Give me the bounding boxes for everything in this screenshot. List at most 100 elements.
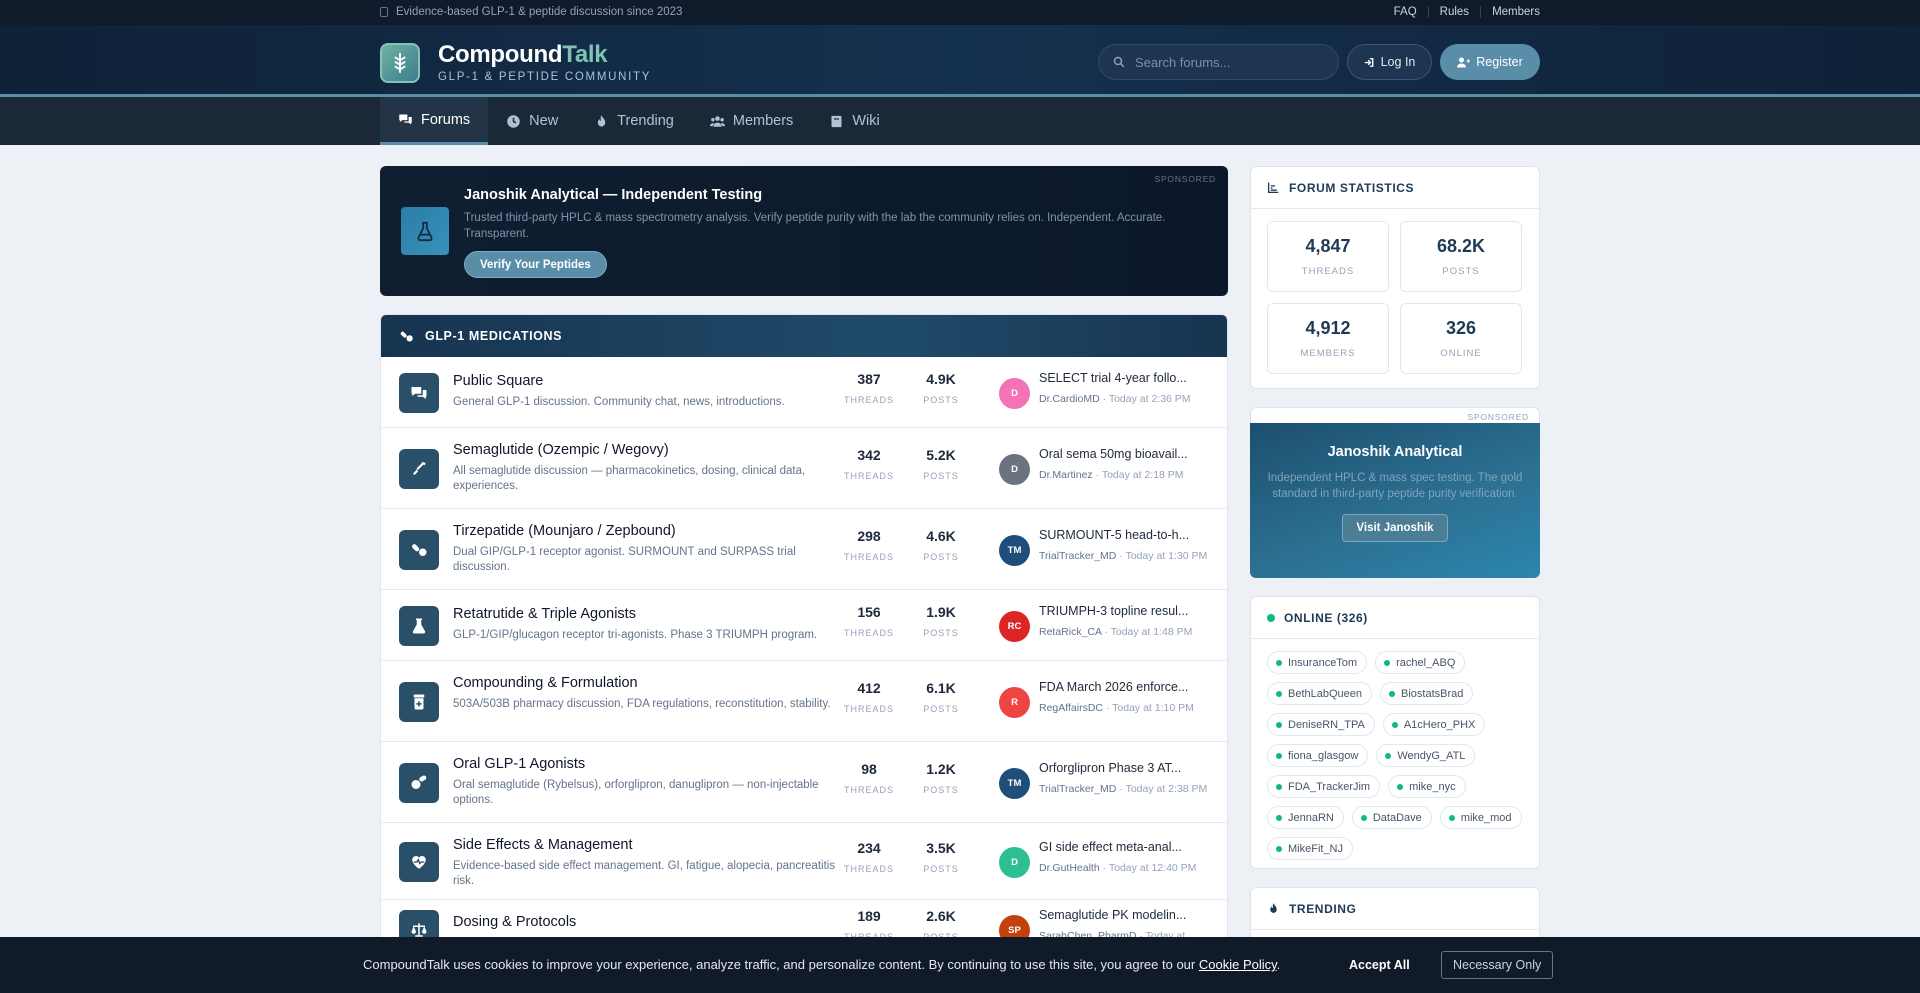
forum-row[interactable]: Side Effects & Management Evidence-based…	[381, 823, 1227, 900]
online-status-icon	[1276, 690, 1282, 697]
necessary-only-button[interactable]: Necessary Only	[1441, 951, 1554, 979]
last-post-user[interactable]: Dr.CardioMD	[1039, 393, 1100, 405]
verify-peptides-button[interactable]: Verify Your Peptides	[464, 251, 607, 278]
online-user-name: DataDave	[1372, 811, 1422, 824]
search-input[interactable]	[1135, 54, 1325, 70]
online-user-chip[interactable]: mike_mod	[1439, 806, 1522, 829]
members-link[interactable]: Members	[1480, 6, 1540, 18]
online-user-name: WendyG_ATL	[1397, 749, 1466, 762]
forum-row[interactable]: Retatrutide & Triple Agonists GLP-1/GIP/…	[381, 590, 1227, 661]
last-post-title[interactable]: Semaglutide PK modelin...	[1039, 908, 1199, 922]
forum-title[interactable]: Side Effects & Management	[453, 837, 632, 853]
online-user-chip[interactable]: InsuranceTom	[1267, 651, 1368, 674]
brand-main: Compound	[438, 41, 563, 68]
forum-title[interactable]: Dosing & Protocols	[453, 914, 576, 930]
forum-threads: 234 THREADS	[839, 840, 899, 874]
avatar[interactable]: RC	[999, 611, 1030, 642]
login-button[interactable]: Log In	[1347, 44, 1432, 80]
online-user-chip[interactable]: BiostatsBrad	[1380, 682, 1474, 705]
avatar[interactable]: D	[999, 454, 1030, 485]
search-icon	[1113, 56, 1125, 68]
forum-title[interactable]: Oral GLP-1 Agonists	[453, 756, 585, 772]
last-post-title[interactable]: TRIUMPH-3 topline resul...	[1039, 604, 1199, 618]
online-status-icon	[1276, 845, 1282, 852]
forum-title[interactable]: Semaglutide (Ozempic / Wegovy)	[453, 442, 669, 458]
online-user-name: FDA_TrackerJim	[1288, 780, 1371, 793]
online-user-chip[interactable]: DataDave	[1351, 806, 1432, 829]
nav-wiki[interactable]: Wiki	[811, 97, 897, 145]
avatar[interactable]: TM	[999, 768, 1030, 799]
last-post-title[interactable]: GI side effect meta-anal...	[1039, 840, 1199, 854]
posts-label: POSTS	[923, 395, 959, 405]
user-plus-icon	[1457, 57, 1471, 67]
category-header[interactable]: GLP-1 MEDICATIONS	[381, 315, 1227, 357]
online-user-name: BethLabQueen	[1288, 687, 1363, 700]
flask-icon	[399, 606, 439, 646]
site-logo[interactable]: CompoundTalk GLP-1 & PEPTIDE COMMUNITY	[380, 42, 651, 83]
sidebar-sponsor: SPONSORED Janoshik Analytical Independen…	[1250, 407, 1540, 578]
last-post-user[interactable]: RegAffairsDC	[1039, 702, 1103, 714]
online-user-chip[interactable]: DeniseRN_TPA	[1267, 713, 1375, 736]
online-user-chip[interactable]: mike_nyc	[1388, 775, 1466, 798]
rules-link[interactable]: Rules	[1427, 6, 1480, 18]
online-user-chip[interactable]: A1cHero_PHX	[1382, 713, 1486, 736]
threads-count: 234	[857, 840, 881, 856]
sponsor-title[interactable]: Janoshik Analytical — Independent Testin…	[464, 187, 762, 203]
forum-row[interactable]: Semaglutide (Ozempic / Wegovy) All semag…	[381, 428, 1227, 509]
avatar[interactable]: D	[999, 378, 1030, 409]
online-user-name: A1cHero_PHX	[1403, 718, 1476, 731]
faq-link[interactable]: FAQ	[1383, 6, 1428, 18]
nav-members[interactable]: Members	[692, 97, 811, 145]
forum-row[interactable]: Public Square General GLP-1 discussion. …	[381, 357, 1227, 428]
forum-threads: 156 THREADS	[839, 604, 899, 638]
forum-title[interactable]: Public Square	[453, 373, 543, 389]
last-post-title[interactable]: Orforglipron Phase 3 AT...	[1039, 761, 1199, 775]
syringe-icon	[399, 449, 439, 489]
avatar[interactable]: TM	[999, 535, 1030, 566]
main-content: SPONSORED Janoshik Analytical — Independ…	[380, 166, 1228, 961]
online-user-chip[interactable]: JennaRN	[1267, 806, 1344, 829]
online-user-chip[interactable]: WendyG_ATL	[1376, 744, 1476, 767]
cookie-text: CompoundTalk uses cookies to improve you…	[363, 957, 1280, 972]
accept-all-button[interactable]: Accept All	[1338, 951, 1421, 979]
forum-title[interactable]: Compounding & Formulation	[453, 675, 638, 691]
online-user-chip[interactable]: FDA_TrackerJim	[1267, 775, 1381, 798]
forum-title[interactable]: Tirzepatide (Mounjaro / Zepbound)	[453, 523, 676, 539]
threads-label: THREADS	[843, 471, 894, 481]
last-post-title[interactable]: FDA March 2026 enforce...	[1039, 680, 1199, 694]
forum-threads: 412 THREADS	[839, 680, 899, 714]
forum-threads: 387 THREADS	[839, 371, 899, 405]
last-post-user[interactable]: TrialTracker_MD	[1039, 783, 1116, 795]
online-user-chip[interactable]: fiona_glasgow	[1267, 744, 1369, 767]
online-user-chip[interactable]: rachel_ABQ	[1375, 651, 1466, 674]
online-user-chip[interactable]: BethLabQueen	[1267, 682, 1373, 705]
posts-label: POSTS	[923, 471, 959, 481]
last-post-user[interactable]: Dr.GutHealth	[1039, 862, 1100, 874]
forum-row[interactable]: Compounding & Formulation 503A/503B phar…	[381, 661, 1227, 742]
last-post-user[interactable]: Dr.Martinez	[1039, 469, 1093, 481]
visit-janoshik-button[interactable]: Visit Janoshik	[1342, 514, 1448, 542]
search-box[interactable]	[1098, 44, 1339, 80]
cookie-policy-link[interactable]: Cookie Policy	[1199, 957, 1277, 972]
forum-row[interactable]: Tirzepatide (Mounjaro / Zepbound) Dual G…	[381, 509, 1227, 590]
sponsor-description: Trusted third-party HPLC & mass spectrom…	[464, 212, 1166, 240]
nav-forums[interactable]: Forums	[380, 97, 489, 145]
nav-new[interactable]: New	[488, 97, 576, 145]
last-post-title[interactable]: Oral sema 50mg bioavail...	[1039, 447, 1199, 461]
online-users-list: InsuranceTom rachel_ABQ BethLabQueen Biosta…	[1251, 639, 1539, 868]
forum-row[interactable]: Oral GLP-1 Agonists Oral semaglutide (Ry…	[381, 742, 1227, 823]
avatar[interactable]: R	[999, 687, 1030, 718]
last-post-user[interactable]: RetaRick_CA	[1039, 626, 1101, 638]
last-post-user[interactable]: TrialTracker_MD	[1039, 550, 1116, 562]
sidebar-sponsor-title[interactable]: Janoshik Analytical	[1250, 444, 1540, 460]
stat-value: 4,912	[1305, 318, 1351, 338]
threads-label: THREADS	[843, 864, 894, 874]
nav-trending[interactable]: Trending	[576, 97, 692, 145]
online-user-chip[interactable]: MikeFit_NJ	[1267, 837, 1354, 860]
register-button[interactable]: Register	[1440, 44, 1540, 80]
forum-title[interactable]: Retatrutide & Triple Agonists	[453, 606, 636, 622]
avatar[interactable]: D	[999, 847, 1030, 878]
forum-posts: 5.2K POSTS	[911, 447, 971, 481]
last-post-title[interactable]: SURMOUNT-5 head-to-h...	[1039, 528, 1199, 542]
last-post-title[interactable]: SELECT trial 4-year follo...	[1039, 371, 1199, 385]
